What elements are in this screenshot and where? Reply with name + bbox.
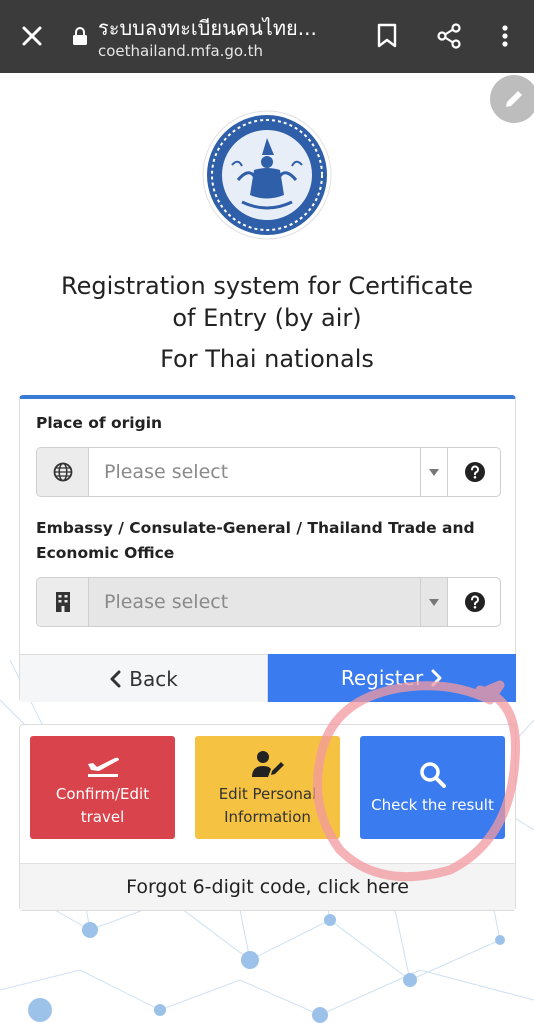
more-options-button[interactable] [487,18,523,54]
share-icon [437,23,461,49]
browser-toolbar: ระบบลงทะเบียนคนไทย... coethailand.mfa.go… [0,0,534,73]
origin-label: Place of origin [36,414,163,432]
airplane-departure-icon [85,747,121,781]
confirm-edit-travel-button[interactable]: Confirm/Edit travel [30,736,175,839]
address-bar-url[interactable]: coethailand.mfa.go.th [98,42,263,60]
edit-line1: Edit Personal [218,784,317,803]
embassy-select-group: Please select [36,577,501,627]
question-circle-icon [465,592,485,612]
page-subtitle: For Thai nationals [160,345,374,373]
close-tab-button[interactable] [14,18,50,54]
bookmark-icon [377,23,397,48]
bookmark-button[interactable] [369,18,405,54]
caret-down-icon [429,468,439,476]
embassy-label-line2: Economic Office [36,544,175,562]
edit-fab-button[interactable] [490,75,534,123]
page-title-line2: of Entry (by air) [172,304,362,332]
origin-help-button[interactable] [447,448,500,496]
lock-icon [73,27,87,45]
embassy-label-line1: Embassy / Consulate-General / Thailand T… [36,519,475,537]
mfa-seal-logo [202,110,332,240]
embassy-dropdown-caret [420,578,447,626]
globe-icon [53,462,72,482]
registration-form-card: Place of origin Please select Embassy / … [19,395,516,702]
search-icon [419,758,447,792]
embassy-help-button[interactable] [447,578,500,626]
forgot-code-link[interactable]: Forgot 6-digit code, click here [20,863,515,910]
register-button-label: Register [340,666,424,690]
embassy-select: Please select [89,578,420,626]
back-button[interactable]: Back [20,654,268,702]
register-button[interactable]: Register [268,654,516,702]
origin-dropdown-caret[interactable] [420,448,447,496]
check-result-button[interactable]: Check the result [360,736,505,839]
edit-personal-info-button[interactable]: Edit Personal Information [195,736,340,839]
back-button-label: Back [129,666,178,691]
chevron-right-icon [431,669,442,687]
share-button[interactable] [431,18,467,54]
origin-addon [37,448,89,496]
embassy-addon [37,578,89,626]
edit-line2: Information [224,807,311,826]
pencil-icon [506,91,522,107]
caret-down-icon [429,598,439,606]
chevron-left-icon [110,670,121,687]
page-tab-title: ระบบลงทะเบียนคนไทย... [98,16,317,40]
origin-select[interactable]: Please select [89,448,420,496]
check-label: Check the result [371,796,494,814]
quick-actions-panel: Confirm/Edit travel Edit Personal Inform… [19,724,516,911]
confirm-line2: travel [80,807,125,826]
more-vert-icon [502,25,508,47]
origin-select-group[interactable]: Please select [36,447,501,497]
building-icon [55,592,70,612]
page-title-line1: Registration system for Certificate [60,272,474,300]
confirm-line1: Confirm/Edit [55,784,150,803]
question-circle-icon [465,462,485,482]
user-edit-icon [251,747,285,781]
close-icon [22,26,42,46]
